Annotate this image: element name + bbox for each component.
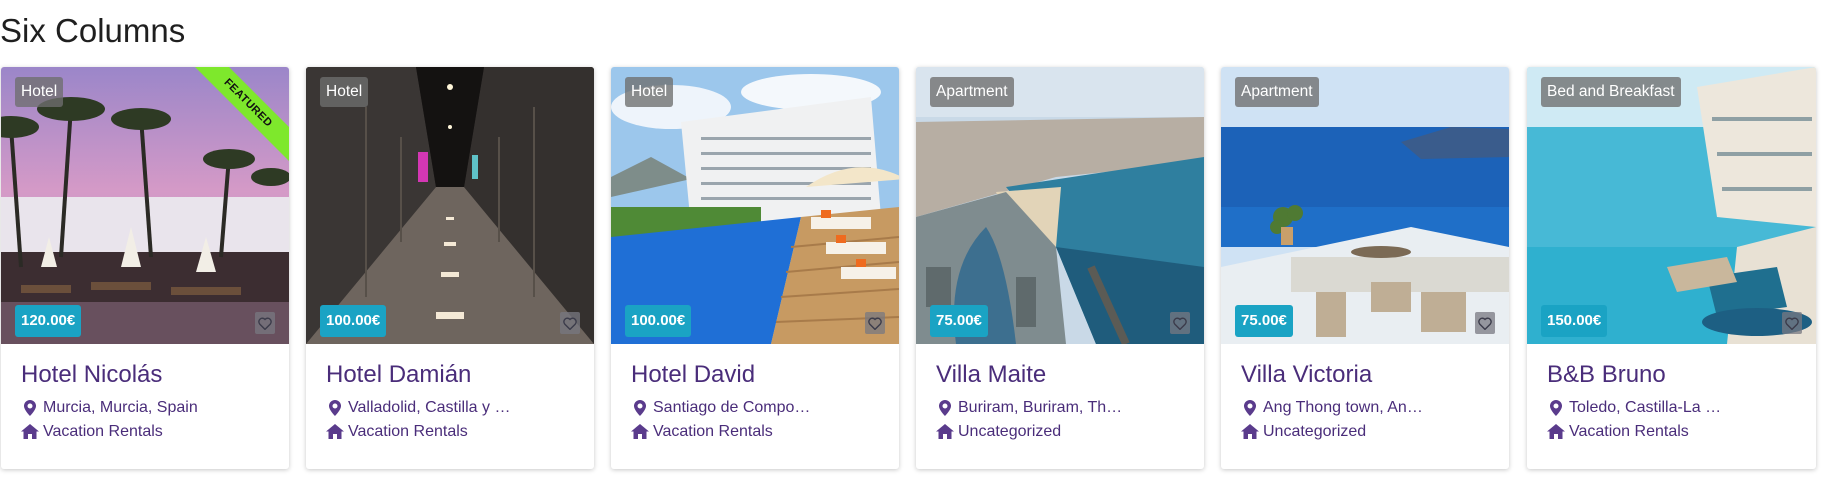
location-text: Ang Thong town, An…: [1263, 399, 1423, 416]
property-type-badge: Hotel: [625, 77, 674, 107]
listing-image[interactable]: Apartment 75.00€: [1221, 67, 1509, 344]
map-marker-icon: [326, 399, 344, 417]
home-icon: [631, 423, 649, 441]
home-icon: [21, 423, 39, 441]
price-badge: 75.00€: [930, 305, 988, 337]
listing-category[interactable]: Uncategorized: [936, 422, 1188, 441]
map-marker-icon: [1241, 399, 1259, 417]
listing-title[interactable]: Hotel Nicolás: [21, 360, 273, 390]
listing-title[interactable]: Villa Maite: [936, 360, 1188, 390]
listing-category[interactable]: Vacation Rentals: [631, 422, 883, 441]
property-type-badge: Apartment: [930, 77, 1014, 107]
location-text: Buriram, Buriram, Th…: [958, 399, 1123, 416]
price-badge: 100.00€: [625, 305, 692, 337]
home-icon: [1547, 423, 1565, 441]
listing-category[interactable]: Vacation Rentals: [326, 422, 578, 441]
property-type-badge: Bed and Breakfast: [1541, 77, 1681, 107]
listing-card[interactable]: Bed and Breakfast 150.00€ B&B Bruno Tole…: [1527, 67, 1816, 469]
listing-card[interactable]: Apartment 75.00€ Villa Victoria Ang Thon…: [1221, 67, 1509, 469]
listing-image[interactable]: Apartment 75.00€: [916, 67, 1204, 344]
listing-card[interactable]: Hotel FEATURED 120.00€ Hotel Nicolás Mur…: [1, 67, 289, 469]
home-icon: [326, 423, 344, 441]
listing-title[interactable]: B&B Bruno: [1547, 360, 1800, 390]
location-text: Toledo, Castilla-La …: [1569, 399, 1722, 416]
home-icon: [1241, 423, 1259, 441]
listing-grid: Hotel FEATURED 120.00€ Hotel Nicolás Mur…: [1, 67, 1816, 469]
category-text: Vacation Rentals: [1569, 423, 1689, 440]
price-badge: 75.00€: [1235, 305, 1293, 337]
category-text: Vacation Rentals: [653, 423, 773, 440]
location-text: Murcia, Murcia, Spain: [43, 399, 198, 416]
listing-category[interactable]: Vacation Rentals: [21, 422, 273, 441]
category-text: Uncategorized: [1263, 423, 1367, 440]
property-type-badge: Hotel: [15, 77, 64, 107]
listing-image[interactable]: Bed and Breakfast 150.00€: [1527, 67, 1816, 344]
heart-icon[interactable]: [1782, 312, 1802, 334]
price-badge: 120.00€: [15, 305, 82, 337]
section-title: Six Columns: [0, 12, 186, 49]
price-badge: 100.00€: [320, 305, 387, 337]
listing-location: Santiago de Compo…: [631, 398, 883, 417]
location-text: Santiago de Compo…: [653, 399, 811, 416]
listing-image[interactable]: Hotel 100.00€: [306, 67, 594, 344]
map-marker-icon: [631, 399, 649, 417]
listing-card[interactable]: Apartment 75.00€ Villa Maite Buriram, Bu…: [916, 67, 1204, 469]
listing-location: Buriram, Buriram, Th…: [936, 398, 1188, 417]
price-badge: 150.00€: [1541, 305, 1608, 337]
listing-location: Toledo, Castilla-La …: [1547, 398, 1800, 417]
home-icon: [936, 423, 954, 441]
map-marker-icon: [1547, 399, 1565, 417]
heart-icon[interactable]: [1475, 312, 1495, 334]
listing-title[interactable]: Hotel David: [631, 360, 883, 390]
listing-location: Ang Thong town, An…: [1241, 398, 1493, 417]
heart-icon[interactable]: [865, 312, 885, 334]
heart-icon[interactable]: [560, 312, 580, 334]
heart-icon[interactable]: [1170, 312, 1190, 334]
map-marker-icon: [21, 399, 39, 417]
map-marker-icon: [936, 399, 954, 417]
property-type-badge: Apartment: [1235, 77, 1319, 107]
listing-title[interactable]: Hotel Damián: [326, 360, 578, 390]
listing-category[interactable]: Vacation Rentals: [1547, 422, 1800, 441]
location-text: Valladolid, Castilla y …: [348, 399, 511, 416]
category-text: Vacation Rentals: [348, 423, 468, 440]
listing-location: Murcia, Murcia, Spain: [21, 398, 273, 417]
listing-image[interactable]: Hotel 100.00€: [611, 67, 899, 344]
heart-icon[interactable]: [255, 312, 275, 334]
listing-card[interactable]: Hotel 100.00€ Hotel Damián Valladolid, C…: [306, 67, 594, 469]
listing-location: Valladolid, Castilla y …: [326, 398, 578, 417]
category-text: Vacation Rentals: [43, 423, 163, 440]
listing-image[interactable]: Hotel FEATURED 120.00€: [1, 67, 289, 344]
category-text: Uncategorized: [958, 423, 1062, 440]
property-type-badge: Hotel: [320, 77, 369, 107]
listing-title[interactable]: Villa Victoria: [1241, 360, 1493, 390]
listing-category[interactable]: Uncategorized: [1241, 422, 1493, 441]
listing-card[interactable]: Hotel 100.00€ Hotel David Santiago de Co…: [611, 67, 899, 469]
